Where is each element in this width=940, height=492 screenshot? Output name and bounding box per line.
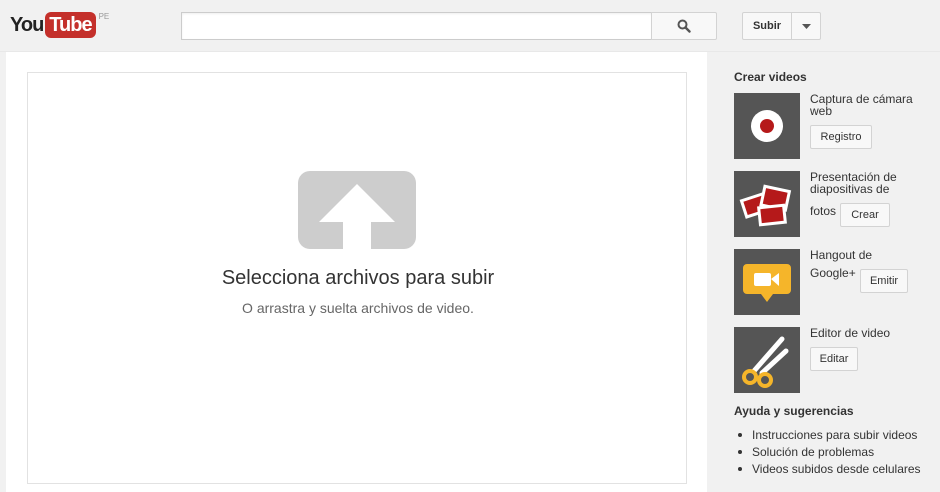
search-button[interactable] bbox=[651, 12, 717, 40]
sidebar: Crear videos Captura de cámara web Regis… bbox=[707, 52, 940, 492]
hangout-camera-icon[interactable] bbox=[734, 249, 800, 315]
youtube-logo[interactable]: You Tube PE bbox=[10, 12, 109, 40]
record-button[interactable]: Registro bbox=[810, 125, 872, 149]
help-link[interactable]: Videos subidos desde celulares bbox=[734, 462, 921, 479]
help-links: Instrucciones para subir videos Solución… bbox=[734, 428, 921, 479]
create-videos-heading: Crear videos bbox=[734, 70, 807, 84]
help-link[interactable]: Instrucciones para subir videos bbox=[734, 428, 921, 445]
main-content: Selecciona archivos para subir O arrastr… bbox=[6, 52, 707, 492]
photo-slideshow-icon[interactable] bbox=[734, 171, 800, 237]
scissors-icon[interactable] bbox=[734, 327, 800, 393]
label-line: diapositivas de bbox=[810, 182, 890, 196]
create-item-label: Captura de cámara web bbox=[810, 92, 913, 118]
create-item-editor: Editor de video Editar bbox=[734, 327, 934, 393]
create-item-webcam: Captura de cámara web Registro bbox=[734, 93, 934, 159]
logo-country-code: PE bbox=[98, 12, 110, 21]
search-input[interactable] bbox=[181, 12, 653, 40]
help-heading: Ayuda y sugerencias bbox=[734, 404, 854, 418]
create-item-label: Editor de video bbox=[810, 326, 891, 340]
file-dropzone[interactable]: Selecciona archivos para subir O arrastr… bbox=[27, 72, 687, 484]
broadcast-button[interactable]: Emitir bbox=[860, 269, 908, 293]
upload-button[interactable]: Subir bbox=[742, 12, 792, 40]
create-item-slideshow: Presentación de diapositivas de fotos Cr… bbox=[734, 171, 934, 237]
create-slideshow-button[interactable]: Crear bbox=[840, 203, 890, 227]
logo-tube-text: Tube bbox=[45, 12, 96, 38]
logo-you-text: You bbox=[10, 14, 44, 36]
search-icon bbox=[677, 19, 691, 33]
webcam-record-icon[interactable] bbox=[734, 93, 800, 159]
upload-arrow-icon[interactable] bbox=[298, 171, 416, 249]
help-link[interactable]: Solución de problemas bbox=[734, 445, 921, 462]
dropzone-subtitle: O arrastra y suelta archivos de video. bbox=[242, 300, 474, 316]
upload-menu-button[interactable] bbox=[791, 12, 821, 40]
masthead: You Tube PE Subir bbox=[0, 0, 940, 52]
edit-button[interactable]: Editar bbox=[810, 347, 858, 371]
chevron-down-icon bbox=[801, 23, 811, 29]
label-line: Hangout de bbox=[810, 248, 873, 262]
create-item-hangout: Hangout de Google+ Emitir bbox=[734, 249, 934, 315]
dropzone-title[interactable]: Selecciona archivos para subir bbox=[28, 267, 688, 290]
